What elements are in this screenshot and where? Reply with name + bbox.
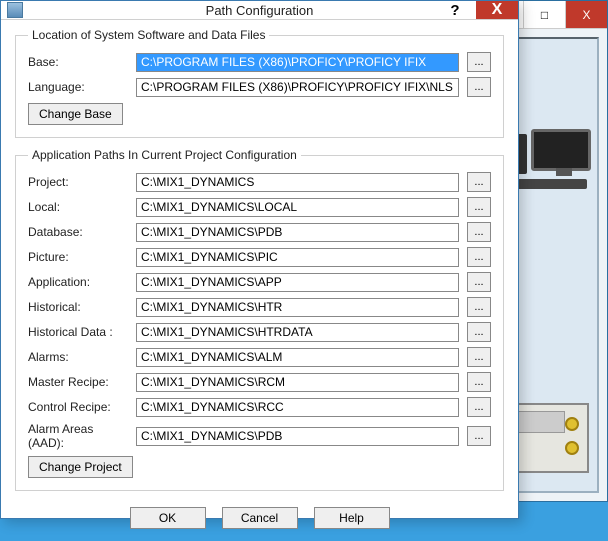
base-input[interactable] [136, 53, 459, 72]
monitor-icon [531, 129, 591, 171]
help-button[interactable]: Help [314, 507, 390, 529]
application-paths-group: Application Paths In Current Project Con… [15, 148, 504, 491]
close-button-icon[interactable]: X [476, 1, 518, 19]
project-label: Project: [28, 175, 128, 189]
controlrecipe-label: Control Recipe: [28, 400, 128, 414]
picture-label: Picture: [28, 250, 128, 264]
alarmareasaad-browse-button[interactable]: ... [467, 426, 491, 446]
historical-input[interactable] [136, 298, 459, 317]
parent-maximize-button[interactable]: □ [523, 1, 565, 28]
system-software-legend: Location of System Software and Data Fil… [28, 28, 269, 42]
controlrecipe-input[interactable] [136, 398, 459, 417]
controlrecipe-browse-button[interactable]: ... [467, 397, 491, 417]
dialog-titlebar[interactable]: Path Configuration ? X [1, 1, 518, 20]
historical-browse-button[interactable]: ... [467, 297, 491, 317]
historical-label: Historical: [28, 300, 128, 314]
masterrecipe-input[interactable] [136, 373, 459, 392]
application-paths-legend: Application Paths In Current Project Con… [28, 148, 301, 162]
historicaldata-input[interactable] [136, 323, 459, 342]
local-label: Local: [28, 200, 128, 214]
change-base-button[interactable]: Change Base [28, 103, 123, 125]
help-button-icon[interactable]: ? [434, 1, 476, 19]
keyboard-icon [517, 179, 587, 189]
project-browse-button[interactable]: ... [467, 172, 491, 192]
system-software-group: Location of System Software and Data Fil… [15, 28, 504, 138]
local-browse-button[interactable]: ... [467, 197, 491, 217]
database-label: Database: [28, 225, 128, 239]
base-label: Base: [28, 55, 128, 69]
language-label: Language: [28, 80, 128, 94]
alarms-browse-button[interactable]: ... [467, 347, 491, 367]
masterrecipe-label: Master Recipe: [28, 375, 128, 389]
dialog-footer: OK Cancel Help [15, 501, 504, 531]
historicaldata-label: Historical Data : [28, 325, 128, 339]
app-icon [7, 2, 23, 18]
database-browse-button[interactable]: ... [467, 222, 491, 242]
application-browse-button[interactable]: ... [467, 272, 491, 292]
change-project-button[interactable]: Change Project [28, 456, 133, 478]
cancel-button[interactable]: Cancel [222, 507, 298, 529]
language-browse-button[interactable]: ... [467, 77, 491, 97]
masterrecipe-browse-button[interactable]: ... [467, 372, 491, 392]
base-browse-button[interactable]: ... [467, 52, 491, 72]
picture-input[interactable] [136, 248, 459, 267]
local-input[interactable] [136, 198, 459, 217]
alarms-input[interactable] [136, 348, 459, 367]
database-input[interactable] [136, 223, 459, 242]
path-configuration-dialog: Path Configuration ? X Location of Syste… [0, 0, 519, 519]
project-input[interactable] [136, 173, 459, 192]
application-input[interactable] [136, 273, 459, 292]
language-input[interactable] [136, 78, 459, 97]
alarms-label: Alarms: [28, 350, 128, 364]
alarmareasaad-label: Alarm Areas (AAD): [28, 422, 128, 450]
alarmareasaad-input[interactable] [136, 427, 459, 446]
dialog-content: Location of System Software and Data Fil… [1, 20, 518, 541]
parent-close-button[interactable]: X [565, 1, 607, 28]
historicaldata-browse-button[interactable]: ... [467, 322, 491, 342]
application-label: Application: [28, 275, 128, 289]
picture-browse-button[interactable]: ... [467, 247, 491, 267]
ok-button[interactable]: OK [130, 507, 206, 529]
